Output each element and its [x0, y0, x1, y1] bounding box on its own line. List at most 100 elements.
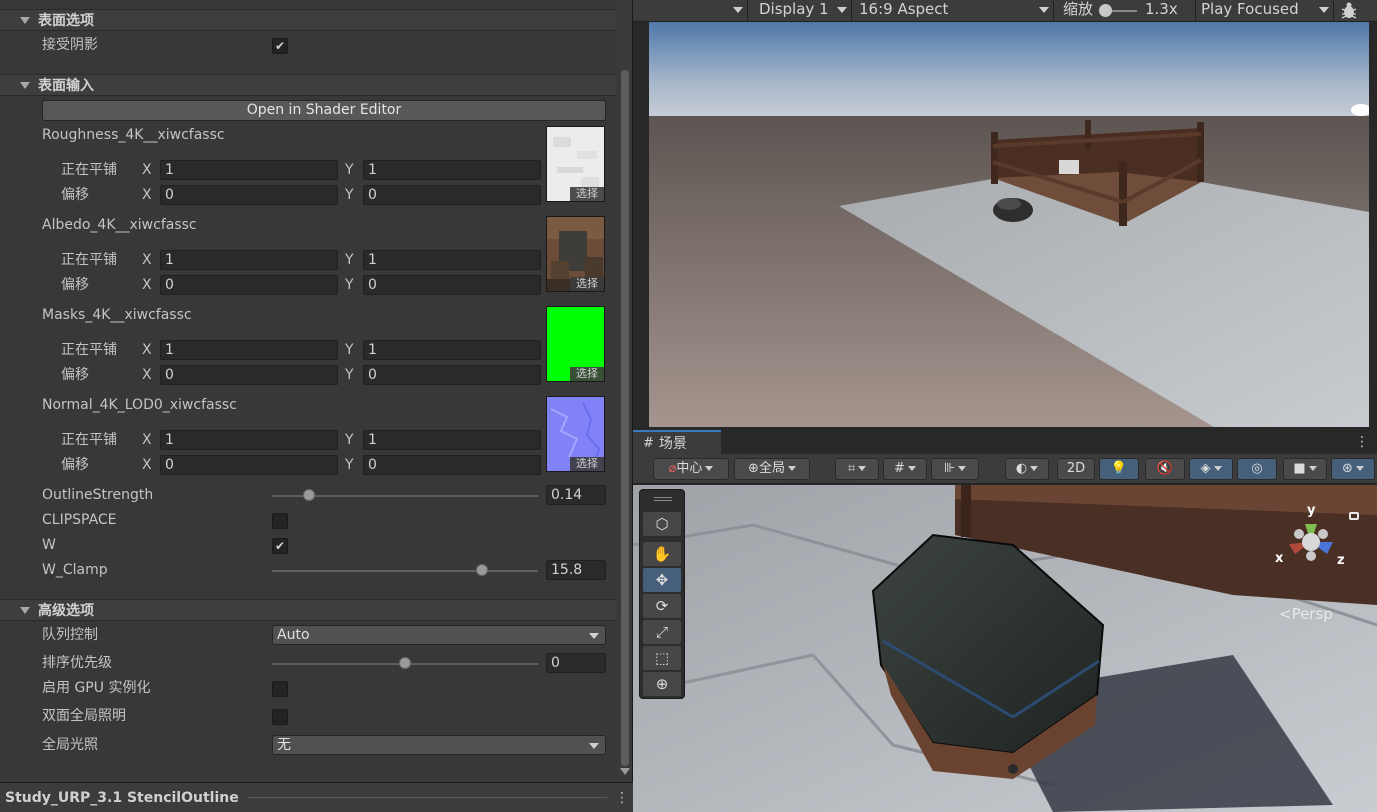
transform-tool-icon[interactable]: ⊕ — [643, 672, 681, 696]
scroll-down-icon[interactable] — [620, 768, 630, 775]
divider — [246, 797, 607, 798]
w-clamp-slider[interactable] — [272, 570, 538, 572]
pivot-mode-dropdown[interactable]: ⌀中心 — [653, 458, 729, 480]
draw-mode-dropdown[interactable]: ◐ — [1005, 458, 1049, 480]
clipspace-label: CLIPSPACE — [42, 512, 117, 528]
normal-texture-thumbnail[interactable]: 选择 — [546, 396, 605, 472]
drag-handle-icon[interactable] — [654, 497, 672, 501]
axis-x-label: X — [142, 457, 152, 473]
global-illumination-dropdown[interactable]: 无 — [272, 735, 606, 755]
projection-toggle[interactable]: <Persp — [1279, 605, 1333, 623]
scale-tool-icon[interactable]: ⤢ — [643, 620, 681, 644]
play-mode-dropdown[interactable]: Play Focused — [1201, 0, 1299, 20]
foldout-arrow-icon[interactable] — [20, 16, 30, 24]
global-mode-dropdown[interactable]: ⊕全局 — [734, 458, 810, 480]
camera-icon: ■ — [1293, 461, 1306, 476]
toggle-2d-button[interactable]: 2D — [1057, 458, 1095, 480]
grid-snap-dropdown[interactable]: ⌗ — [835, 458, 879, 480]
clipspace-checkbox[interactable] — [272, 513, 288, 529]
offset-x-field[interactable]: 0 — [160, 275, 338, 295]
outline-strength-slider-knob[interactable] — [303, 489, 316, 501]
w-clamp-field[interactable]: 15.8 — [546, 560, 606, 580]
w-checkbox[interactable]: ✔ — [272, 538, 288, 554]
section-advanced-options[interactable]: 高级选项 — [0, 599, 617, 621]
inspector-scrollbar[interactable] — [618, 0, 632, 782]
camera-dropdown[interactable]: ■ — [1283, 458, 1327, 480]
texture-name: Normal_4K_LOD0_xiwcfassc — [42, 397, 237, 413]
gpu-instancing-checkbox[interactable] — [272, 681, 288, 697]
tiling-x-field[interactable]: 1 — [160, 250, 338, 270]
gizmos-dropdown[interactable]: ⊛ — [1331, 458, 1375, 480]
tiling-x-field[interactable]: 1 — [160, 430, 338, 450]
kebab-menu-icon[interactable]: ⋮ — [615, 790, 629, 806]
divider — [1333, 0, 1334, 22]
offset-y-field[interactable]: 0 — [363, 365, 541, 385]
masks-texture-thumbnail[interactable]: 选择 — [546, 306, 605, 382]
lighting-toggle[interactable]: 💡 — [1099, 458, 1139, 480]
select-texture-button[interactable]: 选择 — [570, 187, 604, 201]
lock-icon[interactable] — [1349, 512, 1359, 520]
scale-value: 1.3x — [1145, 0, 1178, 18]
tiling-y-field[interactable]: 1 — [363, 160, 541, 180]
hand-tool-icon[interactable]: ✋ — [643, 542, 681, 566]
move-tool-icon[interactable]: ✥ — [643, 568, 681, 592]
foldout-arrow-icon[interactable] — [20, 81, 30, 89]
foldout-arrow-icon[interactable] — [20, 606, 30, 614]
albedo-texture-thumbnail[interactable]: 选择 — [546, 216, 605, 292]
select-texture-button[interactable]: 选择 — [570, 277, 604, 291]
scrollbar-thumb[interactable] — [621, 70, 629, 766]
chevron-down-icon[interactable] — [1319, 7, 1329, 13]
increment-snap-dropdown[interactable]: ⊪ — [931, 458, 979, 480]
effects-dropdown[interactable]: ◈ — [1189, 458, 1233, 480]
offset-x-field[interactable]: 0 — [160, 185, 338, 205]
chevron-down-icon[interactable] — [733, 7, 743, 13]
sort-priority-slider-knob[interactable] — [399, 657, 411, 669]
scale-slider-knob[interactable] — [1099, 4, 1112, 17]
outline-strength-field[interactable]: 0.14 — [546, 485, 606, 505]
w-clamp-slider-knob[interactable] — [476, 564, 489, 576]
open-shader-editor-button[interactable]: Open in Shader Editor — [42, 100, 606, 121]
bug-icon[interactable] — [1339, 1, 1359, 21]
kebab-menu-icon[interactable]: ⋮ — [1355, 434, 1369, 450]
offset-y-field[interactable]: 0 — [363, 455, 541, 475]
axis-y-label: Y — [345, 342, 354, 358]
queue-control-dropdown[interactable]: Auto — [272, 625, 606, 645]
select-texture-button[interactable]: 选择 — [570, 457, 604, 471]
select-texture-button[interactable]: 选择 — [570, 367, 604, 381]
orientation-gizmo[interactable]: y x z — [1261, 498, 1361, 588]
chevron-down-icon[interactable] — [837, 7, 847, 13]
grid-visibility-dropdown[interactable]: # — [883, 458, 927, 480]
tiling-x-field[interactable]: 1 — [160, 340, 338, 360]
chevron-down-icon[interactable] — [1039, 7, 1049, 13]
section-surface-options[interactable]: 表面选项 — [0, 9, 617, 31]
grid-icon: # — [894, 461, 905, 476]
tiling-y-field[interactable]: 1 — [363, 340, 541, 360]
sort-priority-field[interactable]: 0 — [546, 653, 606, 673]
audio-toggle[interactable]: 🔇 — [1145, 458, 1185, 480]
tab-scene[interactable]: # 场景 — [633, 430, 721, 454]
hidden-objects-toggle[interactable]: ◎ — [1237, 458, 1277, 480]
offset-x-field[interactable]: 0 — [160, 455, 338, 475]
scene-tool-palette: ⬡ ✋ ✥ ⟳ ⤢ ⬚ ⊕ — [639, 489, 685, 699]
tiling-y-field[interactable]: 1 — [363, 430, 541, 450]
display-dropdown[interactable]: Display 1 — [759, 0, 829, 20]
tiling-y-field[interactable]: 1 — [363, 250, 541, 270]
rotate-tool-icon[interactable]: ⟳ — [643, 594, 681, 618]
axis-x-label: X — [142, 432, 152, 448]
axis-y-label: Y — [345, 162, 354, 178]
rect-tool-icon[interactable]: ⬚ — [643, 646, 681, 670]
view-tool-cube-icon[interactable]: ⬡ — [643, 512, 681, 536]
gizmo-axes: y x z — [1275, 503, 1345, 568]
dropdown-value: 无 — [277, 737, 291, 753]
chevron-down-icon — [1030, 466, 1039, 471]
offset-x-field[interactable]: 0 — [160, 365, 338, 385]
receive-shadows-checkbox[interactable]: ✔ — [272, 38, 288, 54]
tiling-x-field[interactable]: 1 — [160, 160, 338, 180]
game-render[interactable] — [649, 22, 1369, 427]
offset-y-field[interactable]: 0 — [363, 275, 541, 295]
roughness-texture-thumbnail[interactable]: 选择 — [546, 126, 605, 202]
section-surface-inputs[interactable]: 表面输入 — [0, 74, 617, 96]
offset-y-field[interactable]: 0 — [363, 185, 541, 205]
aspect-dropdown[interactable]: 16:9 Aspect — [859, 0, 948, 20]
double-sided-gi-checkbox[interactable] — [272, 709, 288, 725]
